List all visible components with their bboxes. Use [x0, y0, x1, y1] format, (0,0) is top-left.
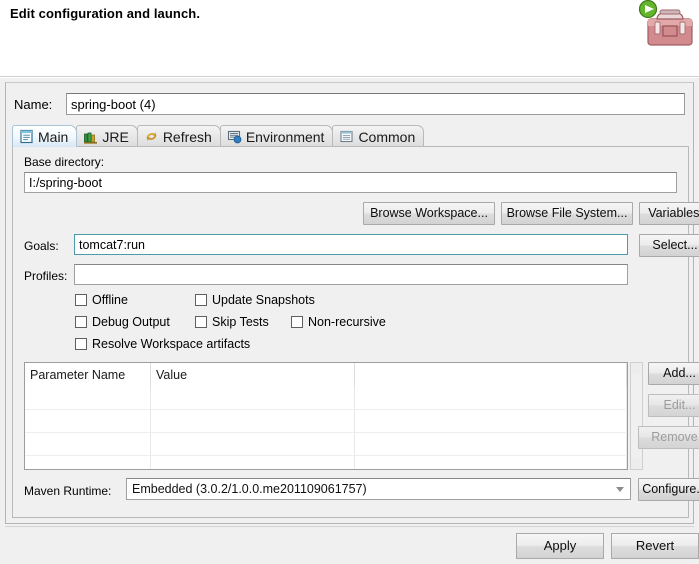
table-cell[interactable] [150, 455, 355, 469]
scroll-down-arrow-icon[interactable] [631, 458, 642, 469]
remove-parameter-button: Remove [638, 426, 699, 449]
apply-button[interactable]: Apply [516, 533, 604, 559]
main-tab-page: Base directory: Browse Workspace... Brow… [12, 146, 699, 518]
checkbox-offline[interactable]: Offline [75, 293, 128, 307]
common-list-icon [339, 129, 354, 144]
profiles-label: Profiles: [24, 269, 68, 283]
environment-icon [227, 129, 242, 144]
table-cell[interactable] [354, 432, 627, 456]
checkbox-box[interactable] [195, 316, 207, 328]
table-cell[interactable] [354, 409, 627, 433]
maven-runtime-value: Embedded (3.0.2/1.0.0.me201109061757) [132, 482, 367, 496]
parameters-table[interactable]: Parameter Name Value [24, 362, 628, 470]
checkbox-debug-output[interactable]: Debug Output [75, 315, 170, 329]
name-row: Name: [6, 93, 693, 117]
checkbox-skip-tests-label: Skip Tests [212, 315, 269, 329]
table-cell[interactable] [25, 432, 151, 456]
checkbox-skip-tests[interactable]: Skip Tests [195, 315, 269, 329]
table-cell[interactable] [25, 455, 151, 469]
maven-runtime-combo[interactable]: Embedded (3.0.2/1.0.0.me201109061757) [126, 478, 631, 500]
config-panel: Name: Main [5, 82, 699, 524]
tab-common[interactable]: Common [332, 125, 425, 147]
main-document-icon [19, 129, 34, 144]
checkbox-update-snapshots[interactable]: Update Snapshots [195, 293, 315, 307]
checkbox-box[interactable] [291, 316, 303, 328]
checkbox-box[interactable] [195, 294, 207, 306]
table-cell[interactable] [150, 387, 355, 410]
header-divider [0, 76, 699, 77]
checkbox-box[interactable] [75, 316, 87, 328]
checkbox-non-recursive[interactable]: Non-recursive [291, 315, 386, 329]
tab-jre[interactable]: JRE [76, 125, 138, 147]
table-cell[interactable] [354, 455, 627, 469]
checkbox-box[interactable] [75, 338, 87, 350]
base-directory-label: Base directory: [24, 155, 105, 169]
tab-main[interactable]: Main [12, 125, 78, 147]
table-row[interactable] [25, 409, 627, 433]
checkbox-resolve-workspace-artifacts[interactable]: Resolve Workspace artifacts [75, 337, 250, 351]
tab-bar: Main JRE Refresh Environment Common [12, 125, 689, 147]
goals-input[interactable] [74, 234, 628, 255]
tab-common-label: Common [358, 128, 416, 145]
maven-configure-button[interactable]: Configure... [638, 478, 699, 501]
goals-select-button[interactable]: Select... [639, 234, 699, 257]
table-header-row: Parameter Name Value [25, 363, 627, 387]
name-label: Name: [14, 97, 53, 112]
tab-jre-label: JRE [102, 128, 129, 145]
browse-workspace-button[interactable]: Browse Workspace... [363, 202, 495, 225]
scroll-up-arrow-icon[interactable] [631, 363, 642, 374]
add-parameter-button[interactable]: Add... [648, 362, 699, 385]
table-row[interactable] [25, 432, 627, 456]
browse-file-system-button[interactable]: Browse File System... [501, 202, 633, 225]
name-input[interactable] [66, 93, 685, 115]
jre-books-icon [83, 129, 98, 144]
table-row[interactable] [25, 387, 627, 410]
revert-button[interactable]: Revert [611, 533, 699, 559]
table-vertical-scrollbar[interactable] [630, 362, 643, 470]
variables-button[interactable]: Variables... [639, 202, 699, 225]
edit-parameter-button: Edit... [648, 394, 699, 417]
table-cell[interactable] [25, 387, 151, 410]
table-row[interactable] [25, 455, 627, 469]
checkbox-update-snapshots-label: Update Snapshots [212, 293, 315, 307]
checkbox-non-recursive-label: Non-recursive [308, 315, 386, 329]
goals-label: Goals: [24, 239, 59, 253]
dialog-body: Name: Main [0, 78, 699, 564]
table-cell[interactable] [25, 409, 151, 433]
footer-divider [5, 526, 694, 527]
page-title: Edit configuration and launch. [10, 6, 201, 21]
tab-environment-label: Environment [245, 128, 325, 145]
checkbox-debug-output-label: Debug Output [92, 315, 170, 329]
dialog-header: Edit configuration and launch. [0, 0, 699, 77]
table-cell[interactable] [150, 432, 355, 456]
checkbox-offline-label: Offline [92, 293, 128, 307]
tab-environment[interactable]: Environment [219, 125, 334, 147]
profiles-input[interactable] [74, 264, 628, 285]
column-header-extra[interactable] [354, 363, 627, 387]
table-cell[interactable] [354, 387, 627, 410]
checkbox-resolve-workspace-artifacts-label: Resolve Workspace artifacts [92, 337, 251, 351]
tab-refresh[interactable]: Refresh [136, 125, 221, 147]
column-header-value[interactable]: Value [150, 363, 355, 387]
checkbox-box[interactable] [75, 294, 87, 306]
tab-main-label: Main [38, 128, 69, 145]
maven-runtime-label: Maven Runtime: [24, 484, 112, 498]
column-header-parameter-name[interactable]: Parameter Name [25, 363, 151, 387]
base-directory-input[interactable] [24, 172, 677, 193]
table-cell[interactable] [150, 409, 355, 433]
chevron-down-icon[interactable] [616, 487, 624, 492]
run-toolbox-icon [635, 0, 693, 50]
tab-refresh-label: Refresh [162, 128, 212, 145]
refresh-arrows-icon [144, 129, 159, 144]
